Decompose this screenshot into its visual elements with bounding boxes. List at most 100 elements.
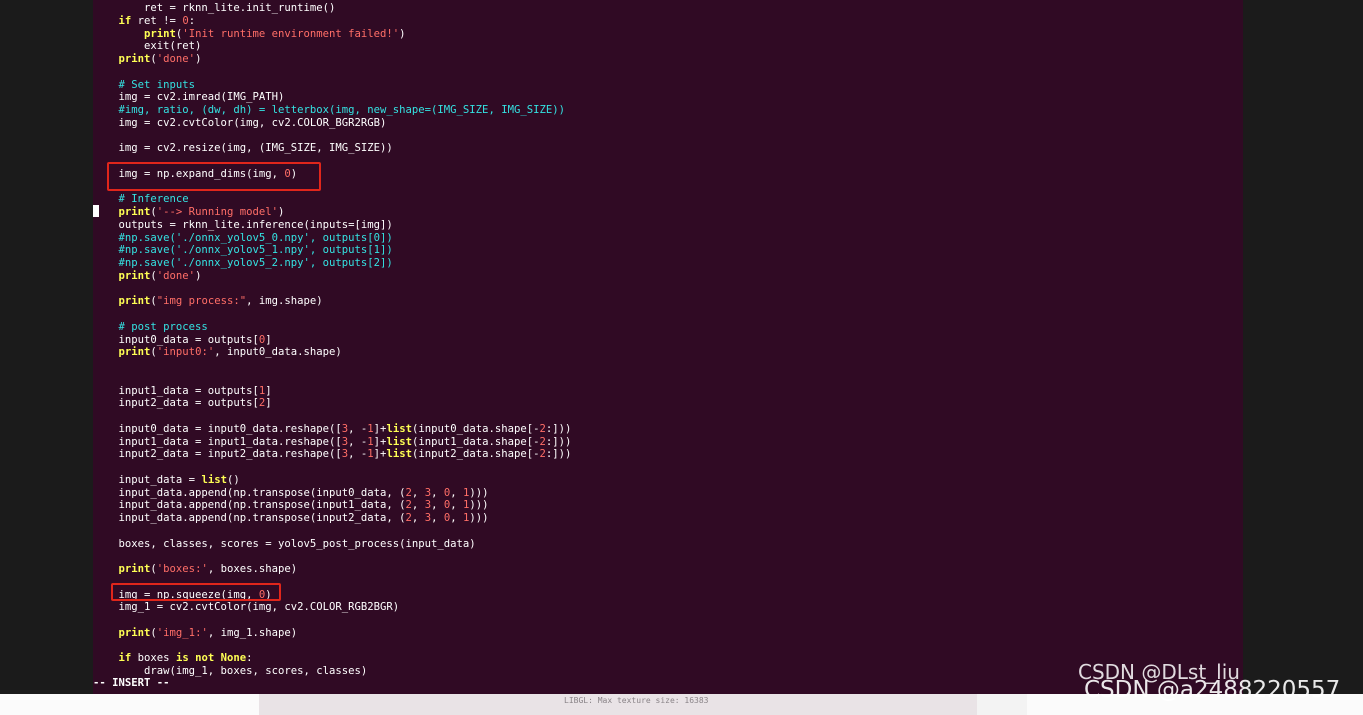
code-line[interactable]: # Set inputs [93,79,1243,92]
code-token: (input2_data.shape[- [411,448,540,461]
code-token: ] [265,384,272,397]
code-line[interactable]: if boxes is not None: [93,652,1243,665]
code-line[interactable]: input_data = list() [93,474,1243,487]
code-line[interactable]: img_1 = cv2.cvtColor(img, cv2.COLOR_RGB2… [93,601,1243,614]
code-line[interactable]: input0_data = input0_data.reshape([3, -1… [93,423,1243,436]
code-line[interactable] [93,66,1243,79]
code-line[interactable]: #np.save('./onnx_yolov5_1.npy', outputs[… [93,244,1243,257]
code-line[interactable]: if ret != 0: [93,15,1243,28]
code-line[interactable]: ret = rknn_lite.init_runtime() [93,2,1243,15]
code-line[interactable]: input1_data = outputs[1] [93,385,1243,398]
code-line[interactable] [93,359,1243,372]
code-line[interactable]: boxes, classes, scores = yolov5_post_pro… [93,538,1243,551]
code-token: :])) [545,422,572,435]
code-line[interactable]: input1_data = input1_data.reshape([3, -1… [93,436,1243,449]
code-line[interactable]: print("img process:", img.shape) [93,295,1243,308]
code-token: img = cv2.resize(img, (IMG_SIZE, IMG_SIZ… [93,142,393,155]
code-line[interactable]: input_data.append(np.transpose(input0_da… [93,487,1243,500]
code-token: outputs = rknn_lite.inference(inputs=[im… [93,218,393,231]
code-line[interactable] [93,130,1243,143]
text-cursor [93,205,99,217]
code-token: print [118,269,151,282]
code-token: , input0_data.shape) [214,346,342,359]
code-token: boxes [131,652,176,665]
code-token: ]+ [373,422,387,435]
code-token: list [386,422,412,435]
code-token: 'input0:' [156,346,215,359]
code-token: input0_data = outputs[ [93,333,259,346]
code-token: is not [175,652,215,665]
code-token: ]+ [373,435,387,448]
code-token: (input0_data.shape[- [411,422,540,435]
code-token: , [450,512,463,524]
code-line[interactable] [93,614,1243,627]
code-line[interactable]: input0_data = outputs[0] [93,334,1243,347]
code-line[interactable]: input2_data = input2_data.reshape([3, -1… [93,448,1243,461]
code-token: print [118,346,151,359]
highlight-box-squeeze [111,583,281,601]
code-line[interactable] [93,461,1243,474]
code-line[interactable]: input_data.append(np.transpose(input1_da… [93,499,1243,512]
code-token: boxes, classes, scores = yolov5_post_pro… [93,537,476,550]
code-line[interactable]: print('--> Running model') [93,206,1243,219]
code-line[interactable]: print('Init runtime environment failed!'… [93,28,1243,41]
code-token: , img.shape) [246,295,323,308]
code-token: : [246,652,253,665]
background-terminal[interactable]: LIBGL: Max texture size: 16383 [259,694,977,715]
code-token: ret != [131,14,183,27]
code-token: list [386,435,412,448]
code-token: ))) [469,512,489,524]
code-line[interactable]: img = cv2.cvtColor(img, cv2.COLOR_BGR2RG… [93,117,1243,130]
code-line[interactable]: outputs = rknn_lite.inference(inputs=[im… [93,219,1243,232]
code-line[interactable]: #np.save('./onnx_yolov5_2.npy', outputs[… [93,257,1243,270]
code-token: input_data.append(np.transpose(input2_da… [93,512,406,524]
code-token: if [118,652,132,665]
code-token: , - [348,422,368,435]
code-token: input_data.append(np.transpose(input0_da… [93,486,406,499]
code-area[interactable]: ret = rknn_lite.init_runtime() if ret !=… [93,2,1243,678]
code-line[interactable] [93,372,1243,385]
code-line[interactable]: #img, ratio, (dw, dh) = letterbox(img, n… [93,104,1243,117]
code-line[interactable]: print('boxes:', boxes.shape) [93,563,1243,576]
code-line[interactable]: print('img_1:', img_1.shape) [93,627,1243,640]
code-line[interactable]: # post process [93,321,1243,334]
watermark-reposter: CSDN @a2488220557 [1084,677,1341,703]
code-line[interactable]: # Inference [93,193,1243,206]
code-line[interactable]: input2_data = outputs[2] [93,397,1243,410]
code-token: , [411,512,425,524]
code-token: (input1_data.shape[- [411,435,540,448]
code-token: input0_data = input0_data.reshape([ [93,422,342,435]
code-line[interactable]: print('done') [93,270,1243,283]
code-line[interactable]: input_data.append(np.transpose(input2_da… [93,512,1243,525]
code-token: , [450,499,463,512]
code-line[interactable] [93,550,1243,563]
code-token: None [220,652,247,665]
code-line[interactable]: draw(img_1, boxes, scores, classes) [93,665,1243,678]
code-token: #np.save('./onnx_yolov5_1.npy', outputs[… [118,244,393,257]
code-line[interactable]: #np.save('./onnx_yolov5_0.npy', outputs[… [93,232,1243,245]
code-line[interactable]: print('input0:', input0_data.shape) [93,346,1243,359]
code-line[interactable]: print('done') [93,53,1243,66]
code-token: 'done' [156,269,196,282]
code-line[interactable] [93,283,1243,296]
code-token: exit(ret) [93,40,202,53]
code-line[interactable]: img = cv2.imread(IMG_PATH) [93,91,1243,104]
code-line[interactable] [93,525,1243,538]
code-token: , [431,499,444,512]
code-line[interactable] [93,640,1243,653]
code-token: ))) [469,486,489,499]
code-line[interactable]: img = cv2.resize(img, (IMG_SIZE, IMG_SIZ… [93,142,1243,155]
code-token: :])) [545,448,572,461]
code-line[interactable] [93,308,1243,321]
code-token: # Set inputs [118,78,196,91]
code-line[interactable]: exit(ret) [93,40,1243,53]
code-token: ret = rknn_lite.init_runtime() [93,2,336,14]
code-token: "img process:" [156,295,247,308]
code-line[interactable] [93,410,1243,423]
